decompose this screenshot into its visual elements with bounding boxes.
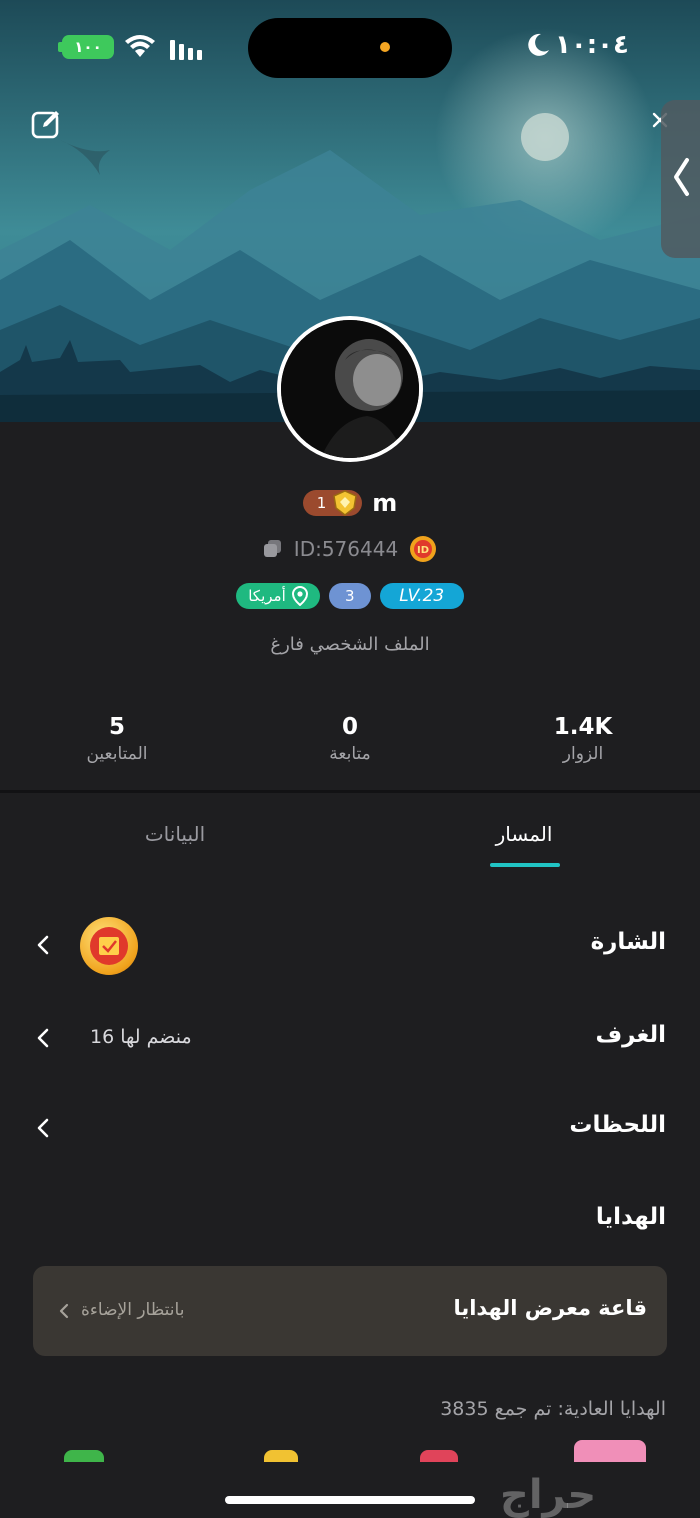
stat-followers[interactable]: 5 المتابعين [37,714,197,764]
stats-bar: 1.4K الزوار 0 متابعة 5 المتابعين [0,714,700,778]
calendar-check-icon [99,937,119,955]
stat-visitors-value: 1.4K [553,714,613,740]
row-rooms-label: الغرف [595,1022,666,1048]
edit-icon[interactable] [30,108,62,140]
id-medal-icon: ID [410,536,437,562]
row-rooms-value: 16 منضم لها [90,1026,192,1048]
time-text: ١٠:٠٤ [555,30,629,60]
gift-gallery-status: بانتظار الإضاءة [81,1300,185,1320]
stat-followers-value: 5 [108,714,125,740]
status-time: ١٠:٠٤ [525,30,629,60]
row-gifts-label: الهدايا [595,1204,666,1230]
side-panel-toggle[interactable] [661,100,700,258]
tab-data[interactable]: البيانات [75,822,275,846]
watermark-logo: حراج [500,1472,597,1518]
stat-following-label: متابعة [329,744,371,764]
section-divider [0,790,700,793]
tags-row: أمريكا 3 LV.23 [0,582,700,610]
username: m [372,489,398,517]
row-badge-label: الشارة [590,929,666,955]
gift-thumbnail[interactable] [264,1450,298,1462]
rank-badge[interactable]: 1 [302,490,363,516]
svg-text:ID: ID [417,545,429,556]
battery-indicator: ١٠٠ [62,35,114,59]
badge-medal-inner [90,927,128,965]
chevron-left-icon [37,1118,49,1138]
chevron-left-icon [59,1303,69,1319]
name-row: 1 m [0,484,700,522]
avatar[interactable] [277,316,423,462]
row-gifts: الهدايا [0,1190,700,1250]
home-indicator[interactable] [225,1496,475,1504]
rank-shield-icon [333,490,358,516]
row-moments-label: اللحظات [569,1112,666,1138]
gift-thumbnail[interactable] [420,1450,458,1462]
signal-icon [170,40,202,60]
stat-visitors[interactable]: 1.4K الزوار [503,714,663,764]
level-tag: LV.23 [379,583,464,609]
country-tag: أمريكا [236,583,320,609]
user-id: ID:576444 [293,537,399,561]
copy-icon[interactable] [262,538,284,560]
stat-following[interactable]: 0 متابعة [270,714,430,764]
bio-text: الملف الشخصي فارغ [270,634,430,655]
gifts-count: الهدايا العادية: تم جمع 3835 [440,1398,666,1420]
side-panel-chevron-icon [674,158,689,196]
id-row: ID:576444 ID [0,532,700,566]
privacy-dot [380,42,390,52]
gift-gallery-title: قاعة معرض الهدايا [453,1296,647,1320]
gift-thumbnail[interactable] [64,1450,104,1462]
badge-medal-icon[interactable] [80,917,138,975]
location-pin-icon [291,586,308,606]
stat-visitors-label: الزوار [562,744,604,764]
gift-thumbnail[interactable] [574,1440,646,1462]
chevron-left-icon [37,935,49,955]
chevron-left-icon [37,1028,49,1048]
profile-tabs: المسار البيانات [0,808,700,888]
dynamic-island [248,18,452,78]
rank-number: 1 [316,494,327,512]
active-tab-indicator [490,863,560,867]
number-tag: 3 [328,583,371,609]
stat-following-value: 0 [341,714,358,740]
stat-followers-label: المتابعين [86,744,148,764]
gift-gallery-card[interactable]: قاعة معرض الهدايا بانتظار الإضاءة [33,1266,667,1356]
country-label: أمريكا [248,587,286,605]
row-moments[interactable]: اللحظات [0,1098,700,1158]
tab-path[interactable]: المسار [424,822,624,846]
wifi-icon [125,35,155,57]
row-rooms[interactable]: الغرف 16 منضم لها [0,1008,700,1068]
moon-icon [528,33,549,56]
status-bar: ١٠٠ ١٠:٠٤ [0,0,700,96]
